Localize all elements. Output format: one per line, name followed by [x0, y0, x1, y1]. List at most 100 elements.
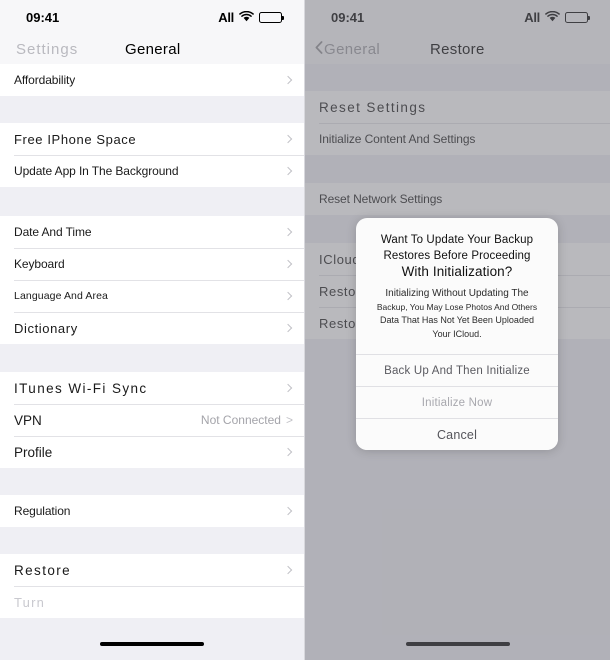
settings-group: Affordability — [0, 64, 304, 96]
settings-group: Date And Time Keyboard Language And Area… — [0, 216, 304, 344]
chevron-right-icon: > — [285, 413, 293, 427]
alert-dialog: Want To Update Your Backup Restores Befo… — [356, 218, 558, 450]
wifi-icon — [545, 10, 560, 25]
battery-icon — [565, 11, 590, 23]
chevron-right-icon — [283, 227, 293, 237]
row-label: Update App In The Background — [14, 164, 179, 178]
row-label: Reset Network Settings — [319, 192, 443, 206]
alert-body: Want To Update Your Backup Restores Befo… — [356, 218, 558, 354]
row-label: Turn — [14, 594, 46, 610]
section-gap — [0, 468, 304, 495]
row-label: Reset Settings — [319, 99, 427, 115]
settings-group: Free IPhone Space Update App In The Back… — [0, 123, 304, 187]
row-accessory — [283, 383, 293, 393]
chevron-right-icon — [283, 565, 293, 575]
chevron-right-icon — [283, 291, 293, 301]
section-gap — [0, 187, 304, 216]
carrier-label: All — [218, 9, 234, 25]
back-button-settings[interactable]: Settings — [10, 41, 78, 58]
alert-title: Want To Update Your Backup Restores Befo… — [368, 232, 546, 280]
battery-icon — [259, 11, 284, 23]
row-label: Free IPhone Space — [14, 131, 137, 147]
row-label: Keyboard — [14, 257, 65, 271]
chevron-right-icon — [283, 506, 293, 516]
row-label: Dictionary — [14, 320, 78, 336]
list-item-dictionary[interactable]: Dictionary — [0, 312, 304, 344]
row-accessory — [283, 259, 293, 269]
row-accessory — [283, 166, 293, 176]
section-gap — [0, 344, 304, 372]
list-item-free-iphone-space[interactable]: Free IPhone Space — [0, 123, 304, 155]
list-item-regulation[interactable]: Regulation — [0, 495, 304, 527]
status-time: 09:41 — [26, 9, 60, 25]
section-gap — [0, 96, 304, 123]
row-accessory — [283, 447, 293, 457]
row-value: Not Connected — [200, 413, 281, 427]
back-button-label: Settings — [16, 40, 79, 58]
alert-message-line-2: Backup, You May Lose Photos And Others — [376, 301, 538, 312]
alert-message-line-4: Your ICloud. — [432, 328, 482, 339]
status-indicators: All — [524, 10, 590, 25]
alert-message-line-1: Initializing Without Updating The — [385, 288, 529, 299]
left-phone-screen: 09:41 All Settings General Affordability… — [0, 0, 305, 660]
alert-message: Initializing Without Updating The Backup… — [368, 287, 546, 341]
settings-group: Restore Turn — [0, 554, 304, 618]
list-item-profile[interactable]: Profile — [0, 436, 304, 468]
list-item-keyboard[interactable]: Keyboard — [0, 248, 304, 280]
back-button-general[interactable]: General — [315, 41, 380, 58]
chevron-right-icon — [283, 383, 293, 393]
back-button-label: General — [324, 40, 381, 58]
list-item-turn[interactable]: Turn — [0, 586, 304, 618]
alert-title-line-1: Want To Update Your Backup — [380, 234, 534, 246]
list-item-vpn[interactable]: VPN Not Connected > — [0, 404, 304, 436]
section-gap — [0, 527, 304, 554]
settings-list-left[interactable]: Affordability Free IPhone Space Update A… — [0, 64, 304, 660]
status-bar-right: 09:41 All — [305, 0, 610, 34]
list-item-update-app-background[interactable]: Update App In The Background — [0, 155, 304, 187]
chevron-right-icon — [283, 75, 293, 85]
back-up-and-then-initialize-button[interactable]: Back Up And Then Initialize — [356, 354, 558, 386]
section-gap — [305, 155, 610, 183]
status-bar-left: 09:41 All — [0, 0, 304, 34]
row-accessory — [283, 75, 293, 85]
row-accessory — [283, 323, 293, 333]
chevron-right-icon — [283, 259, 293, 269]
cancel-button[interactable]: Cancel — [356, 418, 558, 450]
row-label: Affordability — [14, 73, 76, 87]
chevron-left-icon — [315, 40, 323, 58]
row-accessory — [283, 506, 293, 516]
row-accessory — [283, 227, 293, 237]
row-accessory: Not Connected > — [201, 413, 293, 427]
list-item-date-and-time[interactable]: Date And Time — [0, 216, 304, 248]
status-time: 09:41 — [331, 9, 365, 25]
settings-group: Regulation — [0, 495, 304, 527]
row-label: Regulation — [14, 504, 71, 518]
status-indicators: All — [218, 9, 284, 25]
list-item-reset-settings[interactable]: Reset Settings — [305, 91, 610, 123]
right-phone-screen: 09:41 All General Restore Reset Settings… — [305, 0, 610, 660]
chevron-right-icon — [283, 447, 293, 457]
dual-phone-screenshot: 09:41 All Settings General Affordability… — [0, 0, 610, 660]
row-label: ITunes Wi-Fi Sync — [14, 380, 148, 396]
row-label: VPN — [14, 412, 42, 428]
row-accessory — [283, 134, 293, 144]
home-indicator[interactable] — [405, 642, 510, 646]
row-accessory — [283, 565, 293, 575]
initialize-now-button[interactable]: Initialize Now — [356, 386, 558, 418]
list-item-reset-network-settings[interactable]: Reset Network Settings — [305, 183, 610, 215]
list-item-affordability[interactable]: Affordability — [0, 64, 304, 96]
list-item-itunes-wifi-sync[interactable]: ITunes Wi-Fi Sync — [0, 372, 304, 404]
row-label: Date And Time — [14, 225, 92, 239]
nav-bar-right: General Restore — [305, 34, 610, 64]
settings-group: Reset Settings Initialize Content And Se… — [305, 91, 610, 155]
list-item-language-and-area[interactable]: Language And Area — [0, 280, 304, 312]
alert-title-line-2: Restores Before Proceeding — [383, 250, 531, 262]
row-accessory — [283, 291, 293, 301]
list-item-initialize-content-and-settings[interactable]: Initialize Content And Settings — [305, 123, 610, 155]
settings-group: Reset Network Settings — [305, 183, 610, 215]
chevron-right-icon — [283, 166, 293, 176]
list-item-restore[interactable]: Restore — [0, 554, 304, 586]
settings-group: ITunes Wi-Fi Sync VPN Not Connected > Pr… — [0, 372, 304, 468]
home-indicator[interactable] — [100, 642, 204, 646]
chevron-right-icon — [283, 323, 293, 333]
